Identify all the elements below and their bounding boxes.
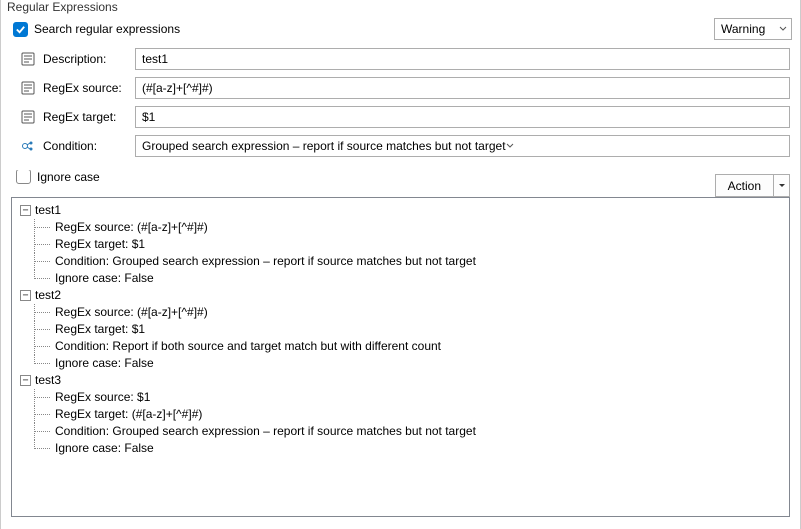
tree-leaf[interactable]: Ignore case: False <box>25 355 785 372</box>
tree-node-label[interactable]: test2 <box>35 287 61 304</box>
tree-leaf[interactable]: RegEx target: $1 <box>25 236 785 253</box>
tree-leaf[interactable]: Ignore case: False <box>25 440 785 457</box>
tree-leaf[interactable]: Condition: Report if both source and tar… <box>25 338 785 355</box>
tree-leaf[interactable]: RegEx target: (#[a-z]+[^#]#) <box>25 406 785 423</box>
condition-value: Grouped search expression – report if so… <box>142 139 506 153</box>
description-label: Description: <box>43 52 135 66</box>
condition-row: Condition: Grouped search expression – r… <box>19 135 790 157</box>
regex-panel: Regular Expressions Search regular expre… <box>0 0 801 529</box>
regex-target-icon <box>19 110 37 124</box>
header-row: Search regular expressions Warning <box>1 16 800 44</box>
tree-leaf[interactable]: Ignore case: False <box>25 270 785 287</box>
severity-select[interactable]: Warning <box>714 18 792 40</box>
form-area: Description: RegEx source: RegEx target: <box>1 44 800 157</box>
ignore-case-label: Ignore case <box>37 170 100 184</box>
tree-toggle[interactable]: − <box>20 205 31 216</box>
checkmark-icon <box>15 24 26 35</box>
regex-source-icon <box>19 81 37 95</box>
description-input[interactable] <box>135 48 790 70</box>
tree-leaf[interactable]: RegEx source: (#[a-z]+[^#]#) <box>25 304 785 321</box>
rules-tree[interactable]: − test1 RegEx source: (#[a-z]+[^#]#) Reg… <box>11 197 790 517</box>
ignore-case-row: Ignore case <box>2 170 799 190</box>
chevron-down-icon <box>506 142 514 150</box>
tree-leaf[interactable]: RegEx source: $1 <box>25 389 785 406</box>
regex-source-input[interactable] <box>135 77 790 99</box>
search-checkbox[interactable] <box>13 22 28 37</box>
tree-leaf[interactable]: RegEx source: (#[a-z]+[^#]#) <box>25 219 785 236</box>
tree-leaf[interactable]: RegEx target: $1 <box>25 321 785 338</box>
tree-leaf[interactable]: Condition: Grouped search expression – r… <box>25 253 785 270</box>
tree-node-label[interactable]: test3 <box>35 372 61 389</box>
description-row: Description: <box>19 48 790 70</box>
regex-target-label: RegEx target: <box>43 110 135 124</box>
condition-select[interactable]: Grouped search expression – report if so… <box>135 135 790 157</box>
chevron-down-icon <box>779 25 787 33</box>
tree-node-label[interactable]: test1 <box>35 202 61 219</box>
regex-target-row: RegEx target: <box>19 106 790 128</box>
tree-leaf[interactable]: Condition: Grouped search expression – r… <box>25 423 785 440</box>
tree-node: − test2 RegEx source: (#[a-z]+[^#]#) Reg… <box>16 287 785 372</box>
tree-toggle[interactable]: − <box>20 375 31 386</box>
search-label: Search regular expressions <box>34 22 180 36</box>
panel-title: Regular Expressions <box>1 0 800 16</box>
ignore-case-checkbox[interactable] <box>16 170 31 184</box>
regex-target-input[interactable] <box>135 106 790 128</box>
severity-value: Warning <box>721 22 765 36</box>
tree-toggle[interactable]: − <box>20 290 31 301</box>
action-button-group: Action <box>715 174 790 197</box>
condition-label: Condition: <box>43 139 135 153</box>
action-button[interactable]: Action <box>715 174 774 197</box>
regex-source-row: RegEx source: <box>19 77 790 99</box>
caret-down-icon <box>778 182 786 190</box>
tree-node: − test3 RegEx source: $1 RegEx target: (… <box>16 372 785 457</box>
condition-icon <box>19 139 37 153</box>
description-icon <box>19 52 37 66</box>
regex-source-label: RegEx source: <box>43 81 135 95</box>
action-dropdown-button[interactable] <box>774 174 790 197</box>
tree-node: − test1 RegEx source: (#[a-z]+[^#]#) Reg… <box>16 202 785 287</box>
